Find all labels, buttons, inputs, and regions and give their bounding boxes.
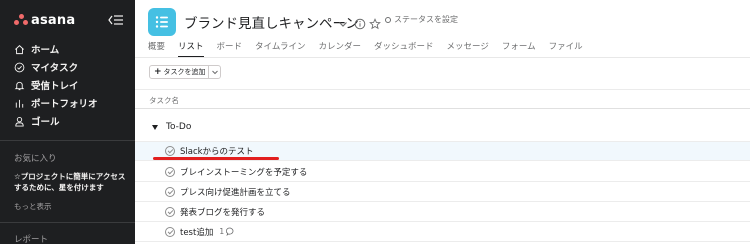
complete-check-icon[interactable] [165, 206, 175, 217]
tab-timeline[interactable]: タイムライン [255, 40, 305, 56]
task-name[interactable]: ブレインストーミングを予定する [180, 166, 307, 178]
complete-check-icon[interactable] [165, 226, 175, 237]
add-task-dropdown-button[interactable] [208, 65, 221, 79]
sidebar-item-label: 受信トレイ [31, 81, 79, 92]
task-row[interactable]: test追加 1 [135, 222, 750, 242]
tab-dashboard[interactable]: ダッシュボード [374, 40, 434, 56]
sidebar-item-goals[interactable]: ゴール [0, 112, 135, 130]
sidebar-item-home[interactable]: ホーム [0, 40, 135, 58]
sidebar-item-my-tasks[interactable]: マイタスク [0, 58, 135, 76]
bar-chart-icon [15, 99, 24, 108]
sidebar-item-label: ホーム [31, 45, 60, 56]
set-status-button[interactable]: ステータスを設定 [385, 14, 458, 25]
status-dot-icon [385, 16, 391, 23]
collapse-sidebar-icon[interactable] [107, 12, 125, 26]
sidebar-nav: ホーム マイタスク 受信トレイ ポートフォリオ ゴール [0, 40, 135, 130]
tab-board[interactable]: ボード [217, 40, 243, 56]
complete-check-icon[interactable] [165, 146, 175, 156]
add-task-button[interactable]: + タスクを追加 [149, 65, 209, 79]
comment-count-value: 1 [219, 227, 225, 236]
show-more-link[interactable]: もっと表示 [14, 201, 52, 212]
person-icon [15, 116, 24, 127]
sidebar-divider [0, 222, 135, 223]
tab-list[interactable]: リスト [178, 40, 204, 58]
project-list-icon[interactable] [148, 8, 176, 36]
column-header-divider [135, 108, 750, 109]
chevron-down-icon[interactable] [337, 15, 349, 27]
check-circle-icon [14, 62, 25, 72]
tab-overview[interactable]: 概要 [148, 40, 165, 56]
chevron-down-icon [211, 70, 218, 75]
collapse-triangle-icon[interactable] [152, 124, 158, 130]
sidebar-divider [0, 140, 135, 141]
asana-logo[interactable]: asana [14, 11, 75, 29]
annotation-red-underline [153, 157, 279, 160]
tab-messages[interactable]: メッセージ [446, 40, 488, 56]
reports-title: レポート [14, 235, 49, 244]
tab-calendar[interactable]: カレンダー [318, 40, 361, 56]
star-icon[interactable] [369, 15, 381, 30]
task-name[interactable]: test追加 [180, 226, 213, 238]
task-row[interactable]: 発表ブログを発行する [135, 202, 750, 222]
project-title: ブランド見直しキャンペーン [184, 16, 359, 32]
task-name[interactable]: プレス向け促進計画を立てる [180, 186, 291, 198]
section-header-todo[interactable]: To-Do [152, 122, 191, 132]
comment-icon [226, 227, 234, 236]
logo-text: asana [31, 12, 76, 28]
info-icon[interactable] [354, 15, 366, 30]
add-task-label: タスクを追加 [163, 68, 206, 76]
comment-count[interactable]: 1 [219, 227, 235, 236]
sidebar-item-label: ポートフォリオ [31, 99, 98, 110]
sidebar: asana ホーム マイタスク 受信トレイ ポートフォリオ ゴール お気に入り … [0, 0, 135, 244]
sidebar-item-label: マイタスク [31, 63, 79, 74]
tab-forms[interactable]: フォーム [502, 40, 536, 56]
complete-check-icon[interactable] [165, 166, 175, 177]
task-row[interactable]: ブレインストーミングを予定する [135, 162, 750, 182]
status-label: ステータスを設定 [394, 15, 458, 24]
task-name[interactable]: 発表ブログを発行する [180, 206, 265, 218]
home-icon [15, 44, 24, 54]
bell-icon [14, 81, 25, 90]
favorites-hint: ☆プロジェクトに簡単にアクセスするために、星を付けます [14, 172, 126, 192]
task-name[interactable]: Slackからのテスト [180, 145, 254, 157]
task-row[interactable]: プレス向け促進計画を立てる [135, 182, 750, 202]
project-tabs: 概要 リスト ボード タイムライン カレンダー ダッシュボード メッセージ フォ… [148, 40, 596, 58]
sidebar-item-inbox[interactable]: 受信トレイ [0, 76, 135, 94]
tabs-divider [135, 57, 750, 58]
asana-logo-icon [14, 14, 28, 26]
complete-check-icon[interactable] [165, 186, 175, 197]
plus-icon: + [154, 67, 162, 77]
header-divider [135, 89, 750, 90]
sidebar-item-portfolios[interactable]: ポートフォリオ [0, 94, 135, 112]
sidebar-item-label: ゴール [31, 117, 60, 128]
tab-files[interactable]: ファイル [549, 40, 583, 56]
column-header-task-name[interactable]: タスク名 [149, 95, 179, 106]
favorites-title: お気に入り [14, 154, 57, 164]
section-title: To-Do [166, 122, 192, 132]
